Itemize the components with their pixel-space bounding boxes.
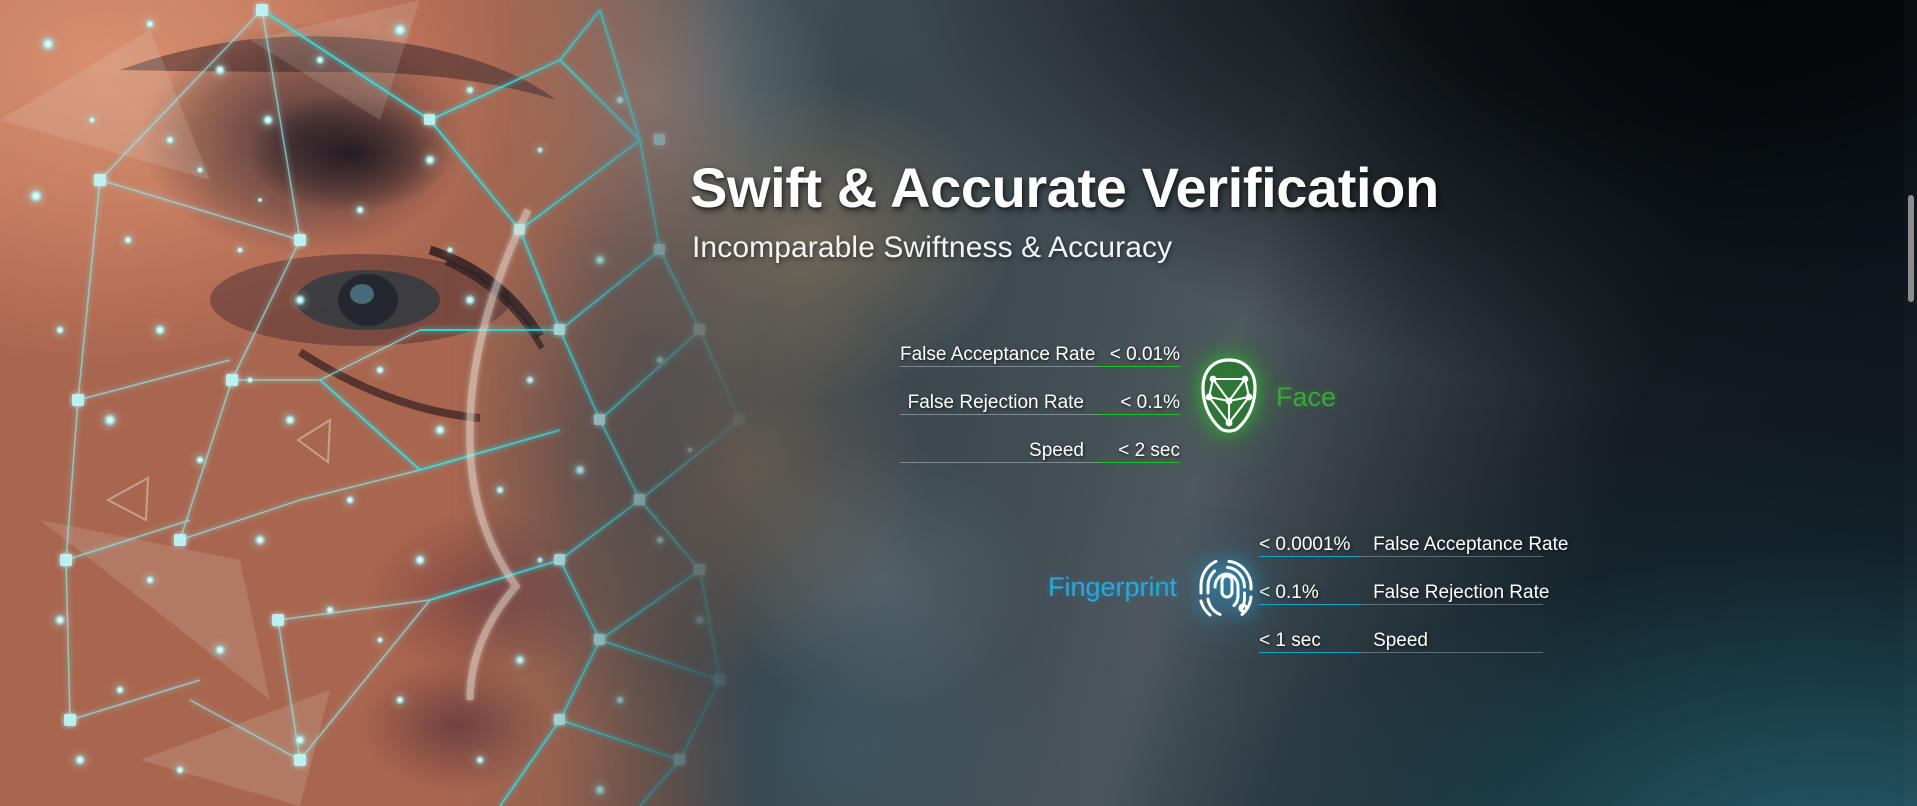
metric-value: < 2 sec (1098, 440, 1180, 463)
metric-label: False Rejection Rate (900, 392, 1098, 415)
face-mesh-icon (1196, 357, 1262, 437)
table-row: < 1 sec Speed (1259, 611, 1544, 659)
scrollbar-track[interactable] (1904, 0, 1917, 806)
table-row: Speed < 2 sec (900, 421, 1180, 469)
biometric-mesh-overlay (0, 0, 745, 806)
metric-label: False Acceptance Rate (900, 344, 1098, 367)
face-label: Face (1276, 381, 1337, 412)
metric-label: False Acceptance Rate (1361, 534, 1568, 557)
face-metrics-block: False Acceptance Rate < 0.01% False Reje… (900, 325, 1336, 469)
face-metrics-rows: False Acceptance Rate < 0.01% False Reje… (900, 325, 1180, 469)
table-row: < 0.0001% False Acceptance Rate (1259, 515, 1568, 563)
table-row: False Acceptance Rate < 0.01% (900, 325, 1180, 373)
scrollbar-thumb[interactable] (1908, 195, 1914, 302)
fingerprint-label: Fingerprint (1048, 571, 1178, 602)
fingerprint-metrics-rows: < 0.0001% False Acceptance Rate < 0.1% F… (1259, 515, 1568, 659)
fingerprint-metrics-block: Fingerprint < 0.0001% False Acceptance R… (1048, 515, 1568, 659)
page-subtitle: Incomparable Swiftness & Accuracy (692, 231, 1173, 264)
metric-value: < 1 sec (1259, 630, 1362, 653)
metric-value: < 0.1% (1098, 392, 1180, 415)
metric-label: Speed (1361, 630, 1544, 653)
fingerprint-icon (1193, 547, 1259, 627)
metric-value: < 0.0001% (1259, 534, 1362, 557)
page-title: Swift & Accurate Verification (690, 156, 1439, 219)
metric-label: False Rejection Rate (1361, 582, 1549, 605)
table-row: False Rejection Rate < 0.1% (900, 373, 1180, 421)
hero-banner: Swift & Accurate Verification Incomparab… (0, 0, 1917, 806)
metric-label: Speed (900, 440, 1098, 463)
metric-value: < 0.01% (1098, 344, 1180, 367)
table-row: < 0.1% False Rejection Rate (1259, 563, 1549, 611)
face-profile-photo (0, 0, 760, 806)
metric-value: < 0.1% (1259, 582, 1362, 605)
